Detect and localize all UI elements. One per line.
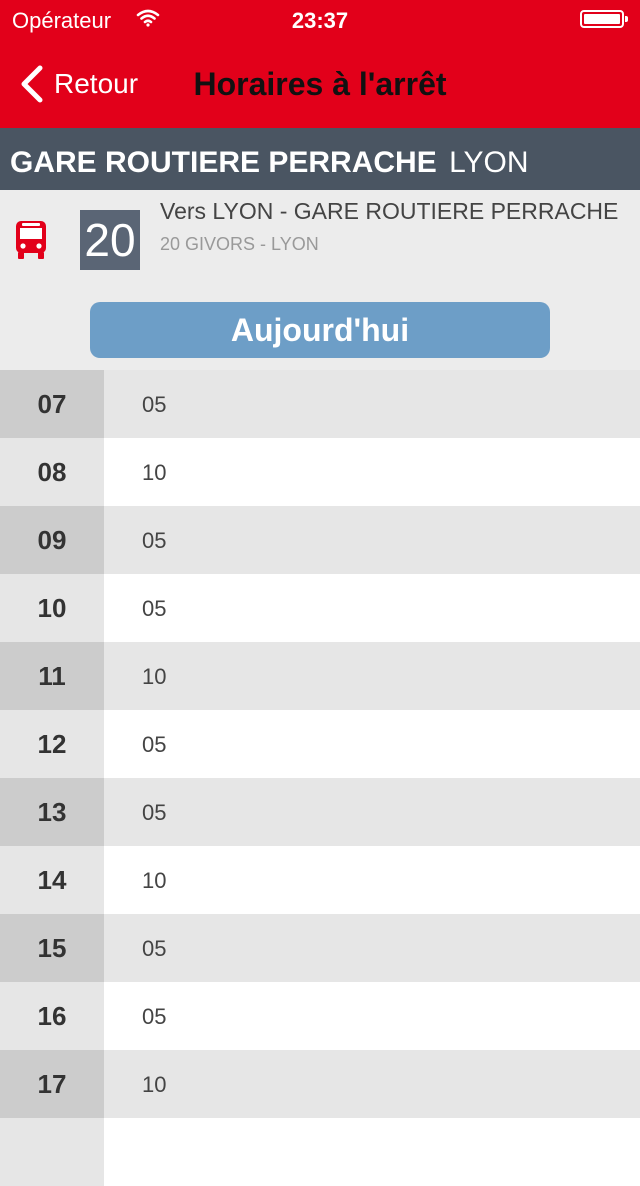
schedule-row: 14 10	[0, 846, 640, 914]
status-bar: Opérateur 23:37	[0, 0, 640, 40]
stop-city: LYON	[449, 146, 529, 179]
stop-name: GARE ROUTIERE PERRACHE	[10, 146, 437, 179]
line-direction: Vers LYON - GARE ROUTIERE PERRACHE	[160, 198, 619, 224]
minutes-cell: 10	[104, 642, 640, 710]
stop-header: GARE ROUTIERE PERRACHE LYON	[0, 128, 640, 190]
schedule-row: 17 10	[0, 1050, 640, 1118]
today-button[interactable]: Aujourd'hui	[90, 302, 550, 358]
minutes-cell: 05	[104, 574, 640, 642]
minutes-cell: 05	[104, 370, 640, 438]
hour-cell: 14	[0, 846, 104, 914]
line-route: 20 GIVORS - LYON	[160, 234, 319, 254]
hour-cell: 10	[0, 574, 104, 642]
schedule-row	[0, 1118, 640, 1186]
schedule-row: 15 05	[0, 914, 640, 982]
minutes-cell: 05	[104, 778, 640, 846]
battery-icon	[580, 10, 628, 28]
hour-cell	[0, 1118, 104, 1186]
hour-cell: 08	[0, 438, 104, 506]
hour-cell: 15	[0, 914, 104, 982]
schedule-row: 09 05	[0, 506, 640, 574]
hour-cell: 13	[0, 778, 104, 846]
schedule-list: 07 05 08 10 09 05 10 05 11 10 12 05 13 0…	[0, 370, 640, 1186]
clock: 23:37	[291, 8, 349, 33]
minutes-cell	[104, 1118, 640, 1186]
schedule-row: 12 05	[0, 710, 640, 778]
hour-cell: 12	[0, 710, 104, 778]
schedule-row: 11 10	[0, 642, 640, 710]
hour-cell: 09	[0, 506, 104, 574]
schedule-row: 13 05	[0, 778, 640, 846]
hour-cell: 11	[0, 642, 104, 710]
schedule-row: 08 10	[0, 438, 640, 506]
minutes-cell: 05	[104, 506, 640, 574]
minutes-cell: 05	[104, 710, 640, 778]
line-info: 20 Vers LYON - GARE ROUTIERE PERRACHE 20…	[0, 190, 640, 370]
schedule-row: 16 05	[0, 982, 640, 1050]
hour-cell: 16	[0, 982, 104, 1050]
hour-cell: 07	[0, 370, 104, 438]
schedule-row: 10 05	[0, 574, 640, 642]
minutes-cell: 05	[104, 914, 640, 982]
minutes-cell: 10	[104, 1050, 640, 1118]
bus-icon	[16, 221, 46, 259]
page-title: Horaires à l'arrêt	[193, 66, 447, 102]
line-number-badge: 20	[80, 210, 140, 270]
navigation-bar: Retour Horaires à l'arrêt	[0, 40, 640, 128]
schedule-row: 07 05	[0, 370, 640, 438]
minutes-cell: 05	[104, 982, 640, 1050]
minutes-cell: 10	[104, 846, 640, 914]
hour-cell: 17	[0, 1050, 104, 1118]
minutes-cell: 10	[104, 438, 640, 506]
